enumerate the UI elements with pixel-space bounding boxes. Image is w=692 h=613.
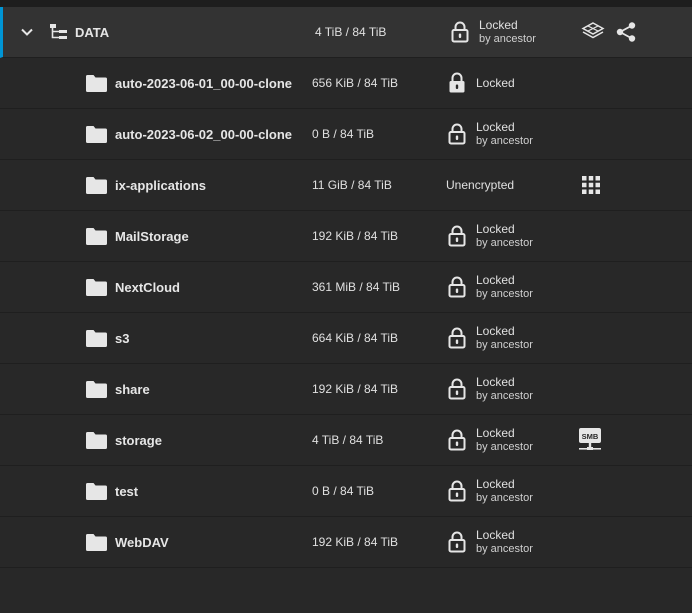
dataset-roles: SMB [578, 415, 602, 465]
encryption-label: Unencrypted [446, 178, 515, 192]
kubernetes-icon [581, 21, 605, 43]
encryption-status: Locked by ancestor [476, 466, 533, 516]
dataset-row[interactable]: auto-2023-06-01_00-00-clone 656 KiB / 84… [0, 58, 692, 109]
encryption-status: Locked by ancestor [476, 415, 533, 465]
encryption-status: Locked by ancestor [476, 262, 533, 312]
dataset-row[interactable]: MailStorage 192 KiB / 84 TiB Locked by a… [0, 211, 692, 262]
dataset-name: ix-applications [115, 177, 207, 193]
encryption-sublabel: by ancestor [476, 135, 533, 147]
dataset-name: share [115, 381, 150, 397]
encryption-sublabel: by ancestor [476, 237, 533, 249]
dataset-row[interactable]: ix-applications 11 GiB / 84 TiB Unencryp… [0, 160, 692, 211]
encryption-status: Unencrypted [446, 160, 514, 210]
dataset-used: 664 KiB / 84 TiB [312, 331, 399, 345]
apps-grid-icon [582, 176, 600, 194]
dataset-name: WebDAV [115, 534, 169, 550]
encryption-status: Locked [476, 58, 515, 108]
encryption-sublabel: by ancestor [476, 390, 533, 402]
tree-structure-icon [47, 7, 71, 57]
folder-icon [86, 109, 108, 159]
encryption-label: Locked [476, 120, 515, 134]
lock-icon [447, 109, 467, 159]
lock-icon [447, 364, 467, 414]
dataset-name: NextCloud [115, 279, 180, 295]
dataset-row[interactable]: s3 664 KiB / 84 TiB Locked by ancestor [0, 313, 692, 364]
lock-icon [447, 262, 467, 312]
lock-icon [447, 211, 467, 261]
dataset-used: 361 MiB / 84 TiB [312, 280, 401, 294]
dataset-name: MailStorage [115, 228, 189, 244]
encryption-sublabel: by ancestor [476, 543, 533, 555]
dataset-row[interactable]: storage 4 TiB / 84 TiB Locked by ancesto… [0, 415, 692, 466]
encryption-sublabel: by ancestor [479, 33, 536, 45]
dataset-row[interactable]: NextCloud 361 MiB / 84 TiB Locked by anc… [0, 262, 692, 313]
folder-icon [86, 262, 108, 312]
dataset-used: 0 B / 84 TiB [312, 484, 375, 498]
encryption-label: Locked [476, 324, 515, 338]
encryption-label: Locked [476, 222, 515, 236]
dataset-name: auto-2023-06-01_00-00-clone [115, 75, 293, 91]
encryption-label: Locked [476, 426, 515, 440]
dataset-row-root[interactable]: DATA 4 TiB / 84 TiB Locked by ancestor [0, 7, 692, 58]
chevron-down-icon[interactable] [17, 7, 37, 57]
dataset-row[interactable]: test 0 B / 84 TiB Locked by ancestor [0, 466, 692, 517]
lock-icon [447, 58, 467, 108]
encryption-sublabel: by ancestor [476, 441, 533, 453]
encryption-label: Locked [476, 76, 515, 90]
folder-icon [86, 517, 108, 567]
top-strip [0, 0, 692, 7]
encryption-status: Locked by ancestor [476, 364, 533, 414]
lock-icon [447, 313, 467, 363]
dataset-tree: DATA 4 TiB / 84 TiB Locked by ancestor a… [0, 7, 692, 568]
encryption-label: Locked [476, 273, 515, 287]
encryption-status: Locked by ancestor [476, 109, 533, 159]
lock-icon [447, 415, 467, 465]
encryption-sublabel: by ancestor [476, 339, 533, 351]
dataset-roles [578, 160, 600, 210]
dataset-name: DATA [75, 24, 110, 40]
encryption-status: Locked by ancestor [476, 211, 533, 261]
dataset-name: storage [115, 432, 162, 448]
dataset-used: 4 TiB / 84 TiB [315, 25, 387, 39]
dataset-used: 192 KiB / 84 TiB [312, 382, 399, 396]
folder-icon [86, 211, 108, 261]
share-icon[interactable] [615, 21, 637, 43]
folder-icon [86, 466, 108, 516]
encryption-label: Locked [476, 528, 515, 542]
dataset-row[interactable]: WebDAV 192 KiB / 84 TiB Locked by ancest… [0, 517, 692, 568]
dataset-roles [581, 7, 637, 57]
smb-label: SMB [582, 432, 599, 441]
dataset-used: 4 TiB / 84 TiB [312, 433, 384, 447]
dataset-name: test [115, 483, 139, 499]
encryption-status: Locked by ancestor [479, 7, 536, 57]
lock-icon [447, 517, 467, 567]
lock-icon [450, 7, 470, 57]
dataset-used: 0 B / 84 TiB [312, 127, 375, 141]
dataset-used: 192 KiB / 84 TiB [312, 535, 399, 549]
encryption-sublabel: by ancestor [476, 288, 533, 300]
dataset-name: s3 [115, 330, 130, 346]
encryption-sublabel: by ancestor [476, 492, 533, 504]
folder-icon [86, 160, 108, 210]
dataset-row[interactable]: share 192 KiB / 84 TiB Locked by ancesto… [0, 364, 692, 415]
lock-icon [447, 466, 467, 516]
encryption-status: Locked by ancestor [476, 517, 533, 567]
folder-icon [86, 415, 108, 465]
encryption-label: Locked [479, 18, 518, 32]
dataset-name: auto-2023-06-02_00-00-clone [115, 126, 293, 142]
dataset-row[interactable]: auto-2023-06-02_00-00-clone 0 B / 84 TiB… [0, 109, 692, 160]
dataset-used: 11 GiB / 84 TiB [312, 178, 392, 192]
folder-icon [86, 313, 108, 363]
smb-share-icon: SMB [578, 427, 602, 453]
encryption-label: Locked [476, 375, 515, 389]
dataset-used: 656 KiB / 84 TiB [312, 76, 399, 90]
folder-icon [86, 58, 108, 108]
dataset-used: 192 KiB / 84 TiB [312, 229, 399, 243]
encryption-status: Locked by ancestor [476, 313, 533, 363]
folder-icon [86, 364, 108, 414]
encryption-label: Locked [476, 477, 515, 491]
